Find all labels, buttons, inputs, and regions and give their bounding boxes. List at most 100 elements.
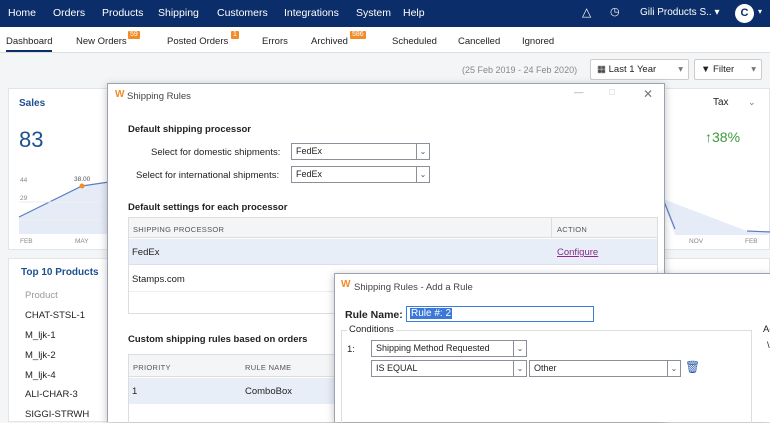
data-point — [79, 183, 85, 189]
filter-icon: ▼ — [701, 64, 711, 75]
add-rule-dialog: W Shipping Rules - Add a Rule Rule Name:… — [334, 273, 770, 423]
value-select[interactable]: Other ⌄ — [529, 360, 681, 377]
trash-icon[interactable]: 🗑 — [685, 360, 700, 374]
filter-label: Filter — [713, 64, 735, 75]
defaults-heading: Default settings for each processor — [128, 202, 288, 213]
processor-name: Stamps.com — [132, 274, 185, 285]
avatar[interactable]: C — [735, 4, 754, 23]
column-header: Product — [25, 290, 58, 301]
date-range: (25 Feb 2019 - 24 Feb 2020) — [462, 65, 578, 75]
maximize-icon[interactable]: □ — [609, 87, 615, 98]
custom-rules-heading: Custom shipping rules based on orders — [128, 334, 308, 345]
table-header: SHIPPING PROCESSOR ACTION — [129, 218, 657, 238]
avatar-caret-icon[interactable]: ▾ — [758, 7, 762, 16]
calendar-icon: ▦ — [597, 64, 606, 75]
tab-label: Posted Orders — [167, 36, 229, 47]
filter-button[interactable]: ▼ Filter ▾ — [694, 59, 762, 80]
x-tick: FEB — [20, 238, 33, 245]
chevron-down-icon: ▾ — [678, 64, 683, 75]
account-name: Gili Products S.. — [640, 7, 712, 18]
x-tick: MAY — [75, 238, 89, 245]
x-tick: FEB — [745, 238, 758, 245]
app-logo-icon: W — [115, 89, 125, 100]
list-item: M_ljk-2 — [25, 350, 56, 361]
processor-name: FedEx — [132, 247, 160, 258]
chevron-down-icon: ⌄ — [416, 167, 429, 182]
select-value: IS EQUAL — [376, 363, 418, 373]
domestic-label: Select for domestic shipments: — [151, 147, 281, 158]
tab-scheduled[interactable]: Scheduled — [392, 36, 437, 47]
configure-link[interactable]: Configure — [557, 247, 598, 258]
list-item: ALI-CHAR-3 — [25, 389, 78, 400]
nav-customers[interactable]: Customers — [217, 7, 268, 19]
count-badge: 586 — [350, 31, 366, 39]
nav-orders[interactable]: Orders — [53, 7, 85, 19]
select-value: Shipping Method Requested — [376, 343, 490, 353]
minimize-icon[interactable]: — — [574, 87, 584, 98]
x-tick: NOV — [689, 238, 704, 245]
account-menu[interactable]: Gili Products S.. ▾ — [640, 7, 720, 18]
top-nav: Home Orders Products Shipping Customers … — [0, 0, 770, 27]
sales-title: Sales — [19, 98, 46, 109]
rule-name: ComboBox — [245, 386, 292, 397]
rule-name-input[interactable]: Rule #: 2 — [406, 306, 594, 322]
rule-priority: 1 — [132, 386, 138, 397]
column-header: SHIPPING PROCESSOR — [133, 225, 225, 234]
nav-integrations[interactable]: Integrations — [284, 7, 339, 19]
select-value: FedEx — [296, 169, 323, 179]
chevron-down-icon: ⌄ — [513, 361, 526, 376]
nav-products[interactable]: Products — [102, 7, 143, 19]
custom-rules-table: PRIORITY RULE NAME 1 ComboBox — [128, 354, 338, 423]
tab-dashboard[interactable]: Dashboard — [6, 36, 53, 52]
table-header: PRIORITY RULE NAME — [129, 355, 337, 377]
tax-title: Tax — [713, 97, 729, 108]
tax-change: ↑38% — [705, 129, 741, 145]
operator-select[interactable]: IS EQUAL ⌄ — [371, 360, 527, 377]
bell-icon[interactable]: △ — [582, 5, 591, 19]
dialog-title: Shipping Rules - Add a Rule — [354, 282, 473, 293]
condition-field-select[interactable]: Shipping Method Requested ⌄ — [371, 340, 527, 357]
chevron-down-icon: ▾ — [751, 64, 756, 75]
tab-label: New Orders — [76, 36, 127, 47]
order-tabs: Dashboard New Orders 59 Posted Orders 1 Er… — [0, 27, 770, 53]
condition-index: 1: — [347, 344, 355, 355]
nav-shipping[interactable]: Shipping — [158, 7, 199, 19]
period-label: Last 1 Year — [608, 64, 657, 75]
sales-chart — [18, 181, 109, 234]
count-badge: 59 — [128, 31, 140, 39]
table-row[interactable]: 1 ComboBox — [129, 378, 337, 404]
nav-home[interactable]: Home — [8, 7, 36, 19]
select-value: FedEx — [296, 146, 323, 156]
tab-ignored[interactable]: Ignored — [522, 36, 554, 47]
select-value: Other — [534, 363, 557, 373]
tab-posted-orders[interactable]: Posted Orders 1 — [167, 31, 239, 47]
international-label: Select for international shipments: — [136, 170, 280, 181]
tab-errors[interactable]: Errors — [262, 36, 288, 47]
tax-chart — [663, 198, 770, 235]
period-select[interactable]: ▦ Last 1 Year ▾ — [590, 59, 689, 80]
tab-archived[interactable]: Archived 586 — [311, 31, 366, 47]
chevron-down-icon: ⌄ — [513, 341, 526, 356]
international-select[interactable]: FedEx ⌄ — [291, 166, 430, 183]
list-item: CHAT-STSL-1 — [25, 310, 86, 321]
table-row[interactable]: FedEx Configure — [129, 239, 657, 265]
column-header: ACTION — [557, 225, 588, 234]
chevron-down-icon[interactable]: ⌄ — [748, 97, 756, 108]
tab-cancelled[interactable]: Cancelled — [458, 36, 500, 47]
side-panel-marker: \ — [767, 340, 770, 351]
tab-label: Archived — [311, 36, 348, 47]
clock-icon[interactable]: ◷ — [610, 5, 620, 18]
domestic-select[interactable]: FedEx ⌄ — [291, 143, 430, 160]
nav-help[interactable]: Help — [403, 7, 425, 19]
nav-system[interactable]: System — [356, 7, 391, 19]
dialog-titlebar: W Shipping Rules - Add a Rule — [335, 274, 770, 296]
close-icon[interactable]: ✕ — [643, 87, 653, 101]
chevron-down-icon: ⌄ — [416, 144, 429, 159]
dialog-title: Shipping Rules — [127, 91, 191, 102]
list-item: M_ljk-4 — [25, 370, 56, 381]
side-panel-label: Ac — [763, 324, 770, 335]
app-logo-icon: W — [341, 279, 351, 290]
tab-new-orders[interactable]: New Orders 59 — [76, 31, 140, 47]
default-processor-heading: Default shipping processor — [128, 124, 251, 135]
conditions-label: Conditions — [347, 324, 396, 335]
